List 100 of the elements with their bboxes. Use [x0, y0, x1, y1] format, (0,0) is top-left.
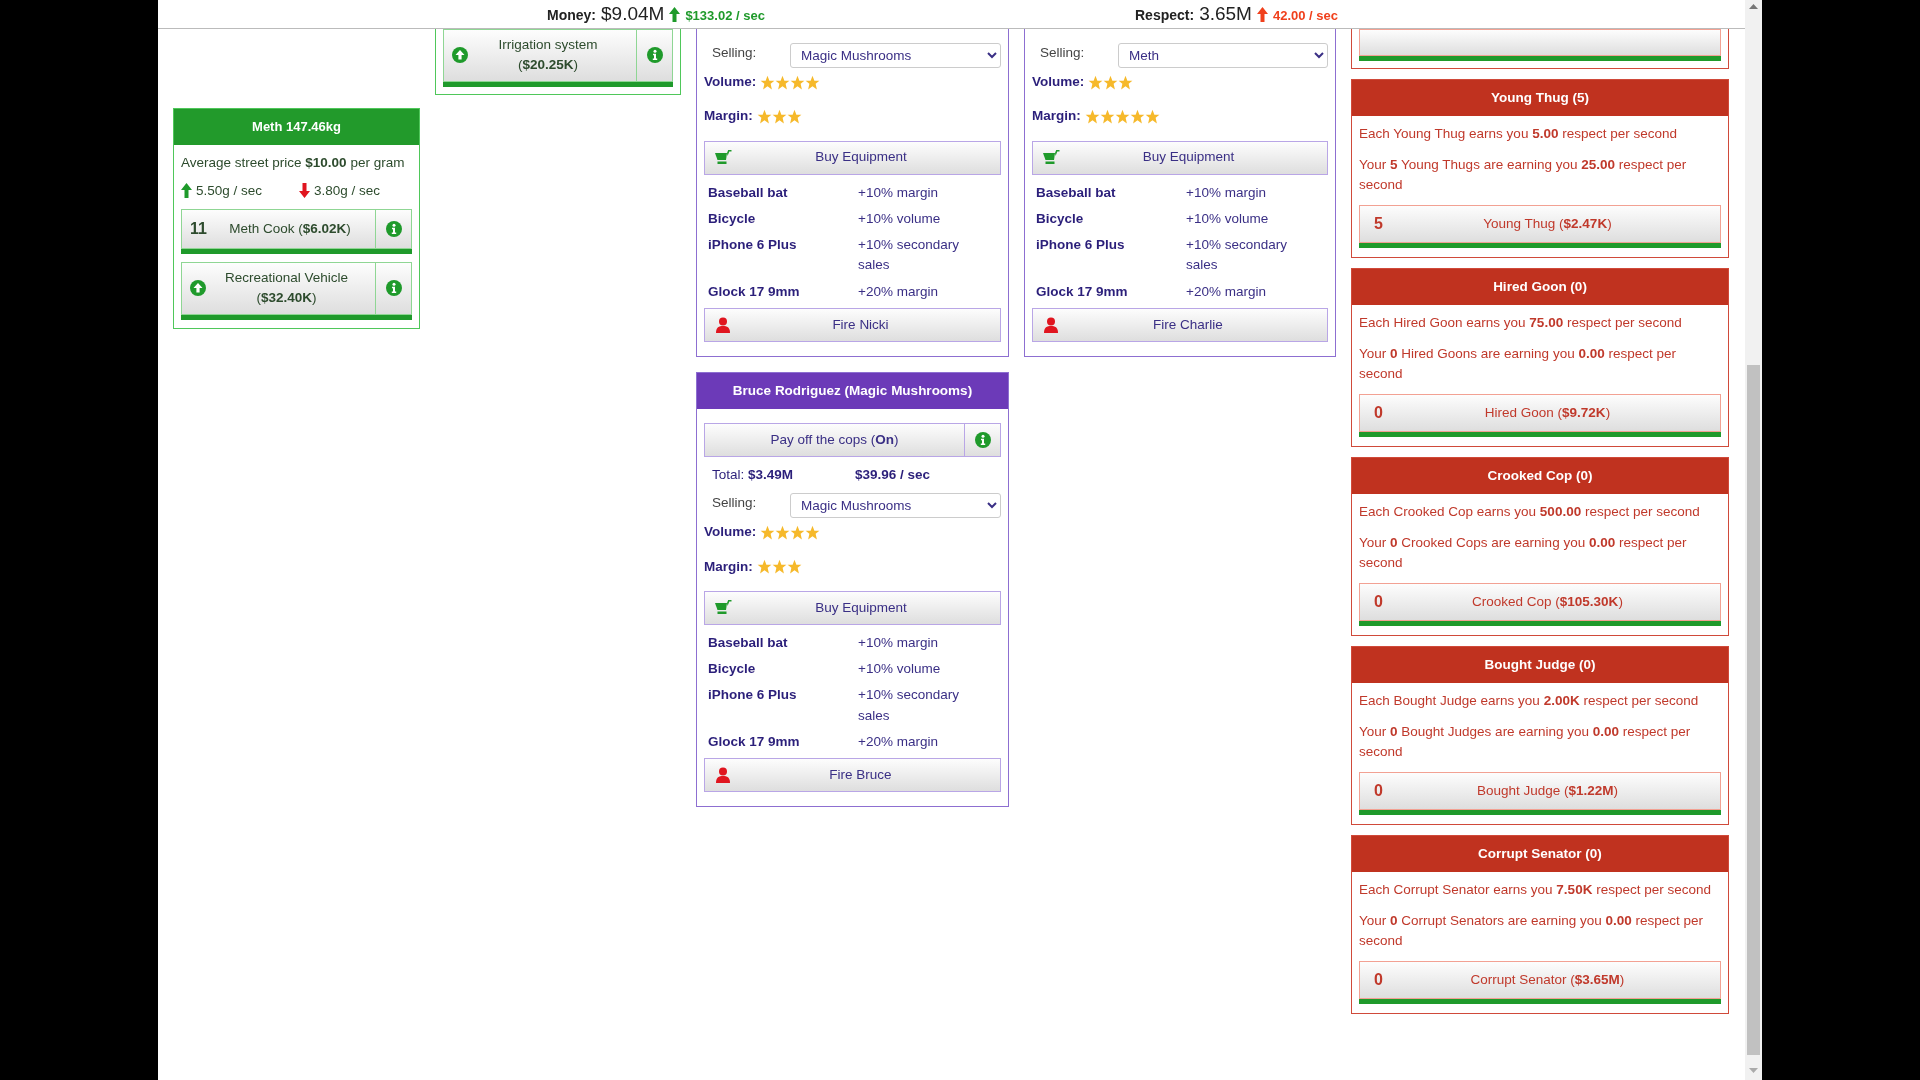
buy-equipment-button[interactable]: Buy Equipment: [704, 140, 1001, 175]
info-button[interactable]: [637, 29, 673, 82]
product-select[interactable]: Magic Mushrooms: [790, 43, 1001, 68]
upgrade-icon: [190, 280, 206, 297]
up-arrow-icon: [181, 183, 192, 199]
money-value: $9.04M: [601, 1, 665, 26]
star-icon: [771, 108, 787, 124]
equipment-name: Baseball bat: [1036, 183, 1117, 202]
equipment-name: iPhone 6 Plus: [708, 236, 798, 254]
info-button[interactable]: [376, 262, 412, 315]
earning-text: Your 5 Young Thugs are earning you 25.00 respect per second: [1359, 155, 1688, 194]
total-text: Total: $3.49M: [712, 466, 795, 484]
star-icon: [1114, 108, 1130, 124]
selling-label: Selling:: [712, 44, 758, 62]
person-icon: [715, 316, 731, 333]
upgrade-button[interactable]: Irrigation system ($20.25K): [443, 29, 637, 82]
hire-button[interactable]: [1359, 29, 1721, 56]
star-icon: [1144, 108, 1160, 124]
info-icon: [646, 47, 663, 64]
star-icon: [1129, 108, 1145, 124]
star-icon: [1103, 74, 1119, 90]
hire-button[interactable]: 0 Corrupt Senator ($3.65M): [1359, 961, 1721, 999]
up-arrow-icon: [669, 6, 681, 22]
card-header: Bought Judge (0): [1352, 647, 1728, 684]
margin-label: Margin:: [1032, 107, 1081, 126]
down-arrow-icon: [299, 183, 310, 199]
equipment-effect: +10% margin: [1186, 183, 1266, 202]
hire-button[interactable]: 11 Meth Cook ($6.02K): [181, 209, 376, 249]
rate-text: $39.96 / sec: [855, 466, 931, 484]
star-icon: [775, 74, 791, 90]
hire-button[interactable]: 0 Bought Judge ($1.22M): [1359, 772, 1721, 810]
equipment-effect: +10% secondary sales: [858, 236, 960, 275]
earning-text: Each Bought Judge earns you 2.00K respect per second: [1359, 692, 1700, 711]
respect-rate: 42.00 / sec: [1272, 6, 1338, 25]
card-header: Hired Goon (0): [1352, 269, 1728, 306]
equipment-effect: +20% margin: [1186, 282, 1266, 301]
product-select[interactable]: Meth: [1118, 43, 1328, 68]
hire-button[interactable]: 5 Young Thug ($2.47K): [1359, 205, 1721, 243]
star-icon: [760, 524, 776, 540]
scroll-down-icon: [1749, 1068, 1758, 1073]
buy-equipment-button[interactable]: Buy Equipment: [704, 590, 1001, 625]
hire-button[interactable]: 0 Crooked Cop ($105.30K): [1359, 583, 1721, 621]
equipment-name: Bicycle: [708, 209, 757, 228]
cart-icon: [1043, 149, 1060, 166]
star-icon: [790, 74, 806, 90]
equipment-effect: +10% secondary sales: [1186, 236, 1288, 275]
selling-label: Selling:: [712, 494, 758, 513]
upgrade-button[interactable]: Recreational Vehicle ($32.40K): [181, 262, 376, 315]
fire-button[interactable]: Fire Nicki: [704, 307, 1001, 342]
info-icon: [385, 280, 402, 297]
star-icon: [1118, 74, 1134, 90]
equipment-name: iPhone 6 Plus: [708, 686, 798, 705]
equipment-effect: +10% secondary sales: [858, 686, 960, 725]
scrollbar[interactable]: [1745, 0, 1762, 1080]
info-icon: [385, 221, 402, 237]
scrollbar-thumb[interactable]: [1747, 365, 1760, 1055]
fire-button[interactable]: Fire Bruce: [704, 758, 1001, 792]
earning-text: Your 0 Hired Goons are earning you 0.00 respect per second: [1359, 344, 1677, 383]
fire-button[interactable]: Fire Charlie: [1032, 307, 1328, 342]
earning-text: Each Hired Goon earns you 75.00 respect per second: [1359, 314, 1683, 333]
equipment-name: Glock 17 9mm: [1036, 282, 1129, 301]
info-button[interactable]: [376, 209, 412, 249]
info-button[interactable]: [965, 423, 1001, 457]
star-icon: [1099, 108, 1115, 124]
equipment-name: Bicycle: [708, 660, 757, 678]
earning-text: Each Crooked Cop earns you 500.00 respect per second: [1359, 503, 1701, 522]
card-header: Bruce Rodriguez (Magic Mushrooms): [697, 372, 1008, 409]
card-header: Young Thug (5): [1352, 80, 1728, 117]
person-icon: [1043, 316, 1059, 333]
star-icon: [1088, 74, 1104, 90]
star-icon: [756, 108, 772, 124]
product-select[interactable]: Magic Mushrooms: [790, 493, 1001, 519]
scroll-up-icon: [1749, 4, 1758, 9]
margin-label: Margin:: [704, 107, 753, 126]
volume-label: Volume:: [704, 523, 757, 542]
card-header: Corrupt Senator (0): [1352, 836, 1728, 873]
star-icon: [756, 559, 772, 575]
star-icon: [790, 524, 806, 540]
equipment-effect: +10% margin: [858, 183, 938, 202]
equipment-effect: +10% volume: [858, 209, 941, 228]
consumption-rate: 3.80g / sec: [314, 181, 381, 200]
margin-label: Margin:: [704, 557, 753, 576]
hire-button[interactable]: 0 Hired Goon ($9.72K): [1359, 394, 1721, 432]
star-icon: [760, 74, 776, 90]
buy-equipment-button[interactable]: Buy Equipment: [1032, 140, 1328, 175]
card-header: Crooked Cop (0): [1352, 458, 1728, 495]
equipment-name: Baseball bat: [708, 183, 789, 202]
cops-button[interactable]: Pay off the cops (On): [704, 423, 965, 457]
money-rate: $133.02 / sec: [685, 6, 765, 25]
star-icon: [805, 524, 821, 540]
equipment-name: Glock 17 9mm: [708, 282, 801, 301]
star-icon: [1084, 108, 1100, 124]
equipment-effect: +10% volume: [1186, 209, 1269, 228]
volume-label: Volume:: [1032, 73, 1085, 91]
equipment-effect: +10% margin: [858, 633, 938, 652]
upgrade-icon: [452, 47, 468, 64]
equipment-name: Baseball bat: [708, 633, 789, 652]
earning-text: Your 0 Crooked Cops are earning you 0.00 respect per second: [1359, 533, 1688, 572]
earning-text: Each Corrupt Senator earns you 7.50K respect per second: [1359, 881, 1712, 900]
cart-icon: [715, 599, 732, 616]
